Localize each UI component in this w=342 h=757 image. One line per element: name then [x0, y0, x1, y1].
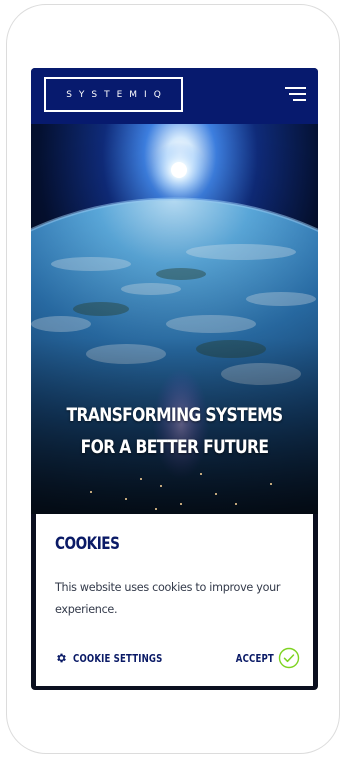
accept-label: ACCEPT	[235, 651, 274, 665]
systemiq-logo[interactable]: SYSTEMIQ	[44, 77, 183, 112]
hero-title-line-1: TRANSFORMING SYSTEMS	[66, 404, 284, 426]
menu-line-2	[289, 93, 306, 95]
accept-button[interactable]: ACCEPT	[225, 647, 300, 669]
check-circle-icon	[278, 647, 300, 669]
menu-line-1	[285, 87, 306, 89]
menu-line-3	[293, 99, 306, 101]
cookie-banner-message: This website uses cookies to improve you…	[55, 581, 281, 616]
hero-title-line-2: FOR A BETTER FUTURE	[80, 436, 269, 458]
hamburger-menu-icon[interactable]	[284, 86, 306, 104]
hero-title: TRANSFORMING SYSTEMS FOR A BETTER FUTURE	[57, 399, 292, 463]
site-header: SYSTEMIQ	[31, 68, 318, 124]
cookie-settings-label: COOKIE SETTINGS	[73, 651, 163, 665]
cookie-banner: COOKIES This website uses cookies to imp…	[36, 514, 313, 686]
gear-icon	[57, 653, 66, 663]
logo-text: SYSTEMIQ	[66, 89, 168, 100]
cookie-settings-button[interactable]: COOKIE SETTINGS	[55, 650, 188, 666]
mobile-viewport: SYSTEMIQ TRANSFORMING SYSTEMS FOR A BETT…	[31, 68, 318, 690]
hero-section: TRANSFORMING SYSTEMS FOR A BETTER FUTURE	[31, 124, 318, 514]
cookie-banner-title: COOKIES	[55, 534, 120, 554]
